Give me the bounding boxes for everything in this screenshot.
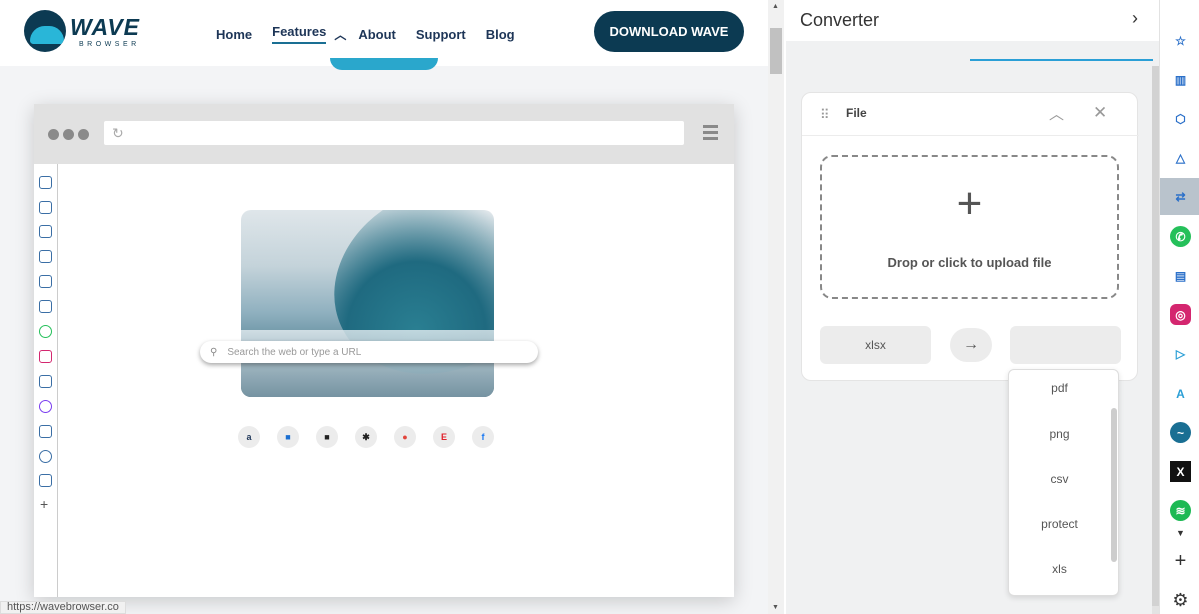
mockup-dot	[63, 129, 74, 140]
tent-icon	[39, 250, 52, 263]
box-icon[interactable]: ⬡	[1170, 108, 1191, 129]
bookmark-icon	[39, 176, 52, 189]
mockup-address-bar: ↻	[104, 121, 684, 145]
logo-wordmark: WAVE	[70, 14, 141, 40]
website-viewport: WAVE BROWSER Home Features ︿ About Suppo…	[0, 0, 768, 614]
drop-zone-label: Drop or click to upload file	[887, 255, 1052, 270]
browser-mockup-image: ↻ + ⚲ Search the web or type a URL a ■ ■…	[34, 104, 734, 597]
hulu-icon: ■	[316, 426, 338, 448]
whatsapp-icon[interactable]: ✆	[1170, 226, 1191, 247]
mockup-sidebar: +	[34, 164, 58, 597]
converter-panel: Converter › ⠿ File ︿ ✕ + Drop or click t…	[786, 0, 1159, 614]
chevron-down-icon[interactable]: ▼	[1170, 522, 1191, 543]
download-wave-button[interactable]: DOWNLOAD WAVE	[594, 11, 744, 52]
mockup-dot	[48, 129, 59, 140]
app-icon: ■	[277, 426, 299, 448]
search-icon: ⚲	[210, 346, 218, 358]
website-scrollbar[interactable]: ▲ ▼	[768, 0, 784, 614]
hero-button-edge[interactable]	[330, 58, 438, 70]
logo-subtext: BROWSER	[79, 41, 140, 48]
drag-handle-icon[interactable]: ⠿	[820, 107, 829, 123]
format-option-pdf[interactable]: pdf	[1009, 381, 1110, 395]
app-icon: ✱	[355, 426, 377, 448]
notes-icon	[39, 300, 52, 313]
format-option-protect[interactable]: protect	[1009, 517, 1110, 531]
notes-icon[interactable]: ▤	[1170, 265, 1191, 286]
bookmark-star-icon[interactable]: ☆	[1170, 30, 1191, 51]
facebook-icon: f	[472, 426, 494, 448]
translate-icon	[39, 474, 52, 487]
wave-logo[interactable]: WAVE BROWSER	[24, 10, 140, 52]
mockup-search-bar: ⚲ Search the web or type a URL	[200, 341, 538, 363]
add-icon: +	[40, 496, 49, 512]
x-icon[interactable]: X	[1170, 461, 1191, 482]
nav-home[interactable]: Home	[216, 27, 252, 42]
wave-icon[interactable]: ~	[1170, 422, 1191, 443]
file-drop-zone[interactable]: + Drop or click to upload file	[820, 155, 1119, 299]
alarm-icon	[39, 425, 52, 438]
instagram-icon[interactable]: ◎	[1170, 304, 1191, 325]
maps-icon: ●	[394, 426, 416, 448]
stats-icon	[39, 375, 52, 388]
sidebar-rail: ☆ ▥ ⬡ △ ⇄ ✆ ▤ ◎ ▷ A ~ X ≋ ▼ + ⚙	[1159, 0, 1199, 614]
nav-blog[interactable]: Blog	[486, 27, 515, 42]
video-icon[interactable]: ▷	[1170, 343, 1191, 364]
scroll-up-icon[interactable]: ▲	[772, 3, 779, 10]
format-dropdown: pdf png csv protect xls	[1008, 369, 1119, 596]
plus-icon: +	[956, 179, 983, 228]
from-format-select[interactable]: xlsx	[820, 326, 931, 364]
dropdown-scrollbar[interactable]	[1111, 408, 1117, 562]
chevron-up-icon[interactable]: ︿	[1049, 103, 1064, 124]
mockup-dot	[78, 129, 89, 140]
amazon-icon: a	[238, 426, 260, 448]
arrow-right-icon[interactable]: →	[950, 328, 992, 362]
card-header: ⠿ File ︿ ✕	[802, 93, 1139, 136]
panel-title: Converter	[800, 10, 880, 30]
converter-icon	[39, 275, 52, 288]
panel-tab-indicator	[970, 59, 1153, 61]
panel-scrollbar[interactable]	[1152, 66, 1159, 614]
chevron-up-icon[interactable]: ︿	[334, 26, 346, 43]
format-option-png[interactable]: png	[1009, 427, 1110, 441]
card-title: File	[846, 106, 867, 120]
nav-about[interactable]: About	[358, 27, 396, 42]
box-icon	[39, 225, 52, 238]
chevron-right-icon[interactable]: ›	[1132, 8, 1138, 29]
main-nav: Home Features ︿ About Support Blog	[216, 24, 535, 44]
reading-list-icon[interactable]: ▥	[1170, 69, 1191, 90]
site-header: WAVE BROWSER Home Features ︿ About Suppo…	[0, 0, 768, 66]
add-icon[interactable]: +	[1170, 550, 1191, 572]
messenger-icon	[39, 400, 52, 413]
converter-icon[interactable]: ⇄	[1170, 186, 1191, 207]
format-option-csv[interactable]: csv	[1009, 472, 1110, 486]
hamburger-menu-icon	[703, 125, 718, 143]
instagram-icon	[39, 350, 52, 363]
refresh-icon: ↻	[112, 125, 124, 141]
wave-logo-icon	[24, 10, 66, 52]
tent-icon[interactable]: △	[1170, 147, 1191, 168]
espn-icon: E	[433, 426, 455, 448]
whatsapp-icon	[39, 325, 52, 338]
spotify-icon[interactable]: ≋	[1170, 500, 1191, 521]
mockup-search-placeholder: Search the web or type a URL	[227, 346, 362, 358]
mockup-shortcuts: a ■ ■ ✱ ● E f	[238, 426, 511, 448]
settings-icon[interactable]: ⚙	[1170, 590, 1191, 611]
file-converter-card: ⠿ File ︿ ✕ + Drop or click to upload fil…	[801, 92, 1139, 381]
nav-support[interactable]: Support	[416, 27, 466, 42]
translate-icon[interactable]: A	[1170, 383, 1191, 404]
nav-features[interactable]: Features	[272, 24, 327, 44]
mockup-toolbar: ↻	[34, 104, 734, 164]
close-icon[interactable]: ✕	[1093, 103, 1107, 123]
wave-photo	[241, 210, 494, 397]
to-format-select[interactable]	[1010, 326, 1121, 364]
planet-icon	[39, 450, 52, 463]
scrollbar-thumb[interactable]	[770, 28, 782, 74]
format-option-xls[interactable]: xls	[1009, 562, 1110, 576]
panel-header: Converter ›	[786, 0, 1159, 41]
reading-list-icon	[39, 201, 52, 214]
scroll-down-icon[interactable]: ▼	[772, 604, 779, 611]
status-bar-url: https://wavebrowser.co	[0, 601, 126, 614]
